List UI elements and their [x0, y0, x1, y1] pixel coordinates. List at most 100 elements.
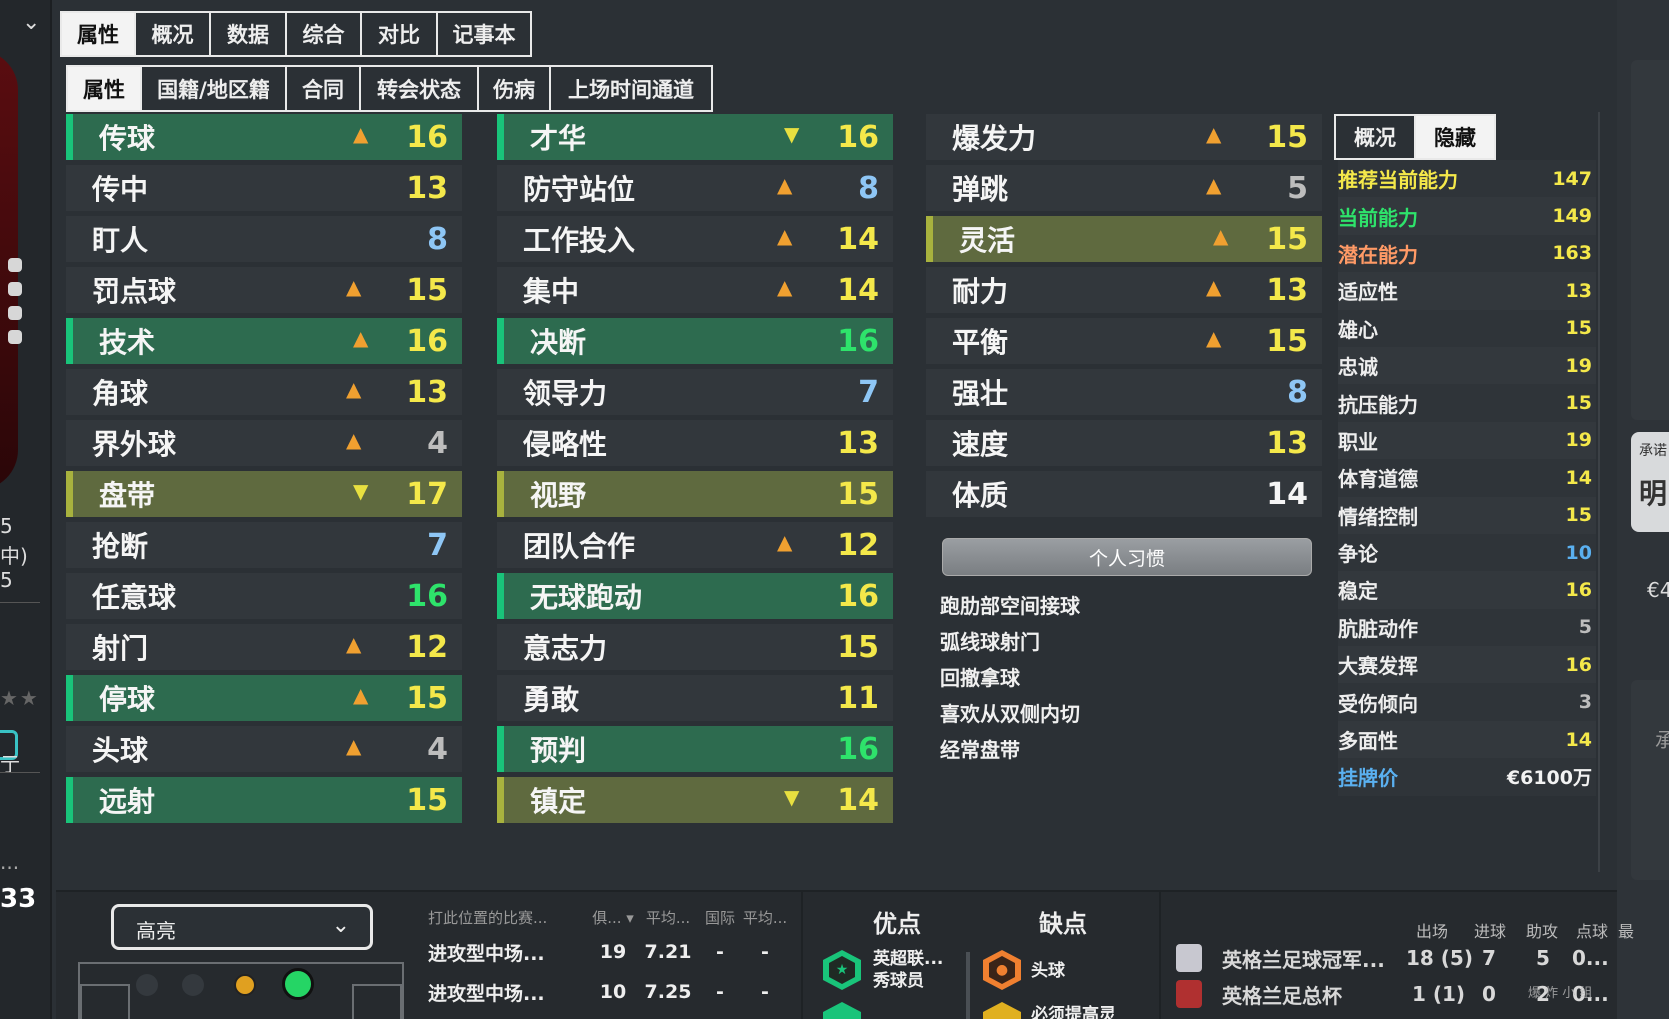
- highlight-dropdown[interactable]: 高亮 ⌄: [111, 904, 373, 950]
- attribute-value: 4: [427, 731, 448, 767]
- tab-panel-overview[interactable]: 概况: [1336, 116, 1416, 158]
- attribute-row[interactable]: 盘带 ▼ 17: [66, 471, 462, 517]
- hidden-attribute-value: 15: [1565, 317, 1592, 340]
- attribute-row[interactable]: 工作投入 ▲ 14: [497, 216, 893, 262]
- attribute-name: 停球: [99, 683, 156, 716]
- attribute-row[interactable]: 体质 14: [926, 471, 1322, 517]
- attribute-row[interactable]: 平衡 ▲ 15: [926, 318, 1322, 364]
- column-header[interactable]: 平均...: [638, 907, 698, 928]
- attribute-row[interactable]: 领导力 7: [497, 369, 893, 415]
- attribute-row[interactable]: 意志力 15: [497, 624, 893, 670]
- attribute-row[interactable]: 才华 ▼ 16: [497, 114, 893, 160]
- table-row[interactable]: 进攻型中场... 19 7.21 - -: [428, 932, 788, 972]
- attribute-row[interactable]: 强壮 8: [926, 369, 1322, 415]
- column-header[interactable]: 助攻: [1526, 918, 1558, 942]
- attribute-name: 体质: [952, 479, 1009, 512]
- attribute-row[interactable]: 预判 16: [497, 726, 893, 772]
- attribute-row[interactable]: 镇定 ▼ 14: [497, 777, 893, 823]
- side-text: ...: [0, 850, 20, 874]
- attribute-row[interactable]: 勇敢 11: [497, 675, 893, 721]
- subtab-transfer-status[interactable]: 转会状态: [361, 67, 479, 110]
- tab-summary[interactable]: 综合: [287, 13, 362, 55]
- attribute-row[interactable]: 爆发力 ▲ 15: [926, 114, 1322, 160]
- subtab-injuries[interactable]: 伤病: [479, 67, 551, 110]
- attribute-name: 远射: [99, 785, 156, 818]
- attribute-row[interactable]: 传球 ▲ 16: [66, 114, 462, 160]
- attribute-row[interactable]: 抢断 7: [66, 522, 462, 568]
- attribute-row[interactable]: 决断 16: [497, 318, 893, 364]
- hidden-attribute-row: 忠诚 19: [1338, 346, 1596, 385]
- star-badge-icon: ★: [823, 950, 861, 990]
- trend-up-arrow-icon: ▲: [346, 428, 362, 452]
- attribute-row[interactable]: 无球跑动 16: [497, 573, 893, 619]
- subtab-attributes[interactable]: 属性: [68, 67, 142, 110]
- attribute-row[interactable]: 停球 ▲ 15: [66, 675, 462, 721]
- subtab-playing-time[interactable]: 上场时间通道: [551, 67, 711, 110]
- attribute-row[interactable]: 头球 ▲ 4: [66, 726, 462, 772]
- column-header[interactable]: 进球: [1474, 918, 1506, 942]
- attribute-name: 平衡: [952, 326, 1009, 359]
- tab-compare[interactable]: 对比: [362, 13, 438, 55]
- column-header[interactable]: 点球: [1576, 918, 1608, 942]
- weakness-text: 头球: [1031, 961, 1065, 981]
- attribute-row[interactable]: 技术 ▲ 16: [66, 318, 462, 364]
- right-tab-bar: 概况 隐藏: [1334, 114, 1496, 160]
- hidden-attribute-row: 争论 10: [1338, 533, 1596, 572]
- player-traits-header[interactable]: 个人习惯: [942, 538, 1312, 576]
- side-text: 中): [0, 544, 28, 568]
- attribute-row[interactable]: 任意球 16: [66, 573, 462, 619]
- table-row[interactable]: 进攻型中场... 10 7.25 - -: [428, 972, 788, 1012]
- slot-indicator: [8, 258, 22, 272]
- column-header[interactable]: 打此位置的比赛...: [428, 907, 588, 928]
- attribute-name: 任意球: [92, 581, 177, 614]
- hidden-attribute-row: 稳定 16: [1338, 571, 1596, 609]
- trend-down-arrow-icon: ▼: [784, 122, 800, 146]
- tab-notes[interactable]: 记事本: [438, 13, 530, 55]
- subtab-contract[interactable]: 合同: [287, 67, 361, 110]
- attribute-row[interactable]: 罚点球 ▲ 15: [66, 267, 462, 313]
- trend-up-arrow-icon: ▲: [353, 326, 369, 350]
- promise-card[interactable]: 承诺 明: [1631, 432, 1669, 532]
- tab-panel-hidden[interactable]: 隐藏: [1416, 116, 1494, 158]
- player-trait: 经常盘带: [940, 738, 1020, 762]
- attribute-value: 5: [1287, 170, 1308, 206]
- table-cell: 19: [599, 941, 627, 963]
- attribute-name: 弹跳: [952, 173, 1009, 206]
- attribute-row[interactable]: 远射 15: [66, 777, 462, 823]
- attribute-name: 传球: [99, 122, 156, 155]
- column-header[interactable]: 最: [1618, 918, 1634, 942]
- attribute-row[interactable]: 灵活 ▲ 15: [926, 216, 1322, 262]
- collapse-chevron-icon[interactable]: ⌄: [22, 10, 40, 35]
- attribute-value: 12: [406, 629, 448, 665]
- tab-stats[interactable]: 数据: [211, 13, 287, 55]
- attribute-row[interactable]: 角球 ▲ 13: [66, 369, 462, 415]
- promise-card-label: 承诺: [1639, 443, 1667, 459]
- attribute-row[interactable]: 耐力 ▲ 13: [926, 267, 1322, 313]
- subtab-nationality[interactable]: 国籍/地区籍: [142, 67, 287, 110]
- trend-up-arrow-icon: ▲: [777, 173, 793, 197]
- hidden-attribute-row: 雄心 15: [1338, 309, 1596, 347]
- attribute-row[interactable]: 射门 ▲ 12: [66, 624, 462, 670]
- attribute-row[interactable]: 界外球 ▲ 4: [66, 420, 462, 466]
- attribute-row[interactable]: 弹跳 ▲ 5: [926, 165, 1322, 211]
- tab-overview[interactable]: 概况: [136, 13, 211, 55]
- attribute-row[interactable]: 速度 13: [926, 420, 1322, 466]
- trend-up-arrow-icon: ▲: [353, 683, 369, 707]
- attribute-row[interactable]: 团队合作 ▲ 12: [497, 522, 893, 568]
- penalty-box: [80, 984, 130, 1019]
- column-header[interactable]: 俱... ▾: [588, 907, 638, 928]
- tab-attributes[interactable]: 属性: [62, 13, 136, 55]
- attribute-row[interactable]: 侵略性 13: [497, 420, 893, 466]
- column-header[interactable]: 出场: [1416, 918, 1448, 942]
- attribute-row[interactable]: 视野 15: [497, 471, 893, 517]
- attribute-row[interactable]: 传中 13: [66, 165, 462, 211]
- table-row[interactable]: 英格兰足球冠军... 18 (5) 7 5 0...: [1176, 940, 1617, 976]
- column-header[interactable]: 国际: [698, 907, 742, 928]
- hidden-attribute-label: 推荐当前能力: [1338, 168, 1458, 193]
- column-header[interactable]: 平均...: [742, 907, 788, 928]
- attribute-row[interactable]: 集中 ▲ 14: [497, 267, 893, 313]
- side-text: 5: [0, 514, 13, 538]
- attribute-row[interactable]: 盯人 8: [66, 216, 462, 262]
- hidden-attribute-label: 情绪控制: [1338, 504, 1418, 529]
- attribute-row[interactable]: 防守站位 ▲ 8: [497, 165, 893, 211]
